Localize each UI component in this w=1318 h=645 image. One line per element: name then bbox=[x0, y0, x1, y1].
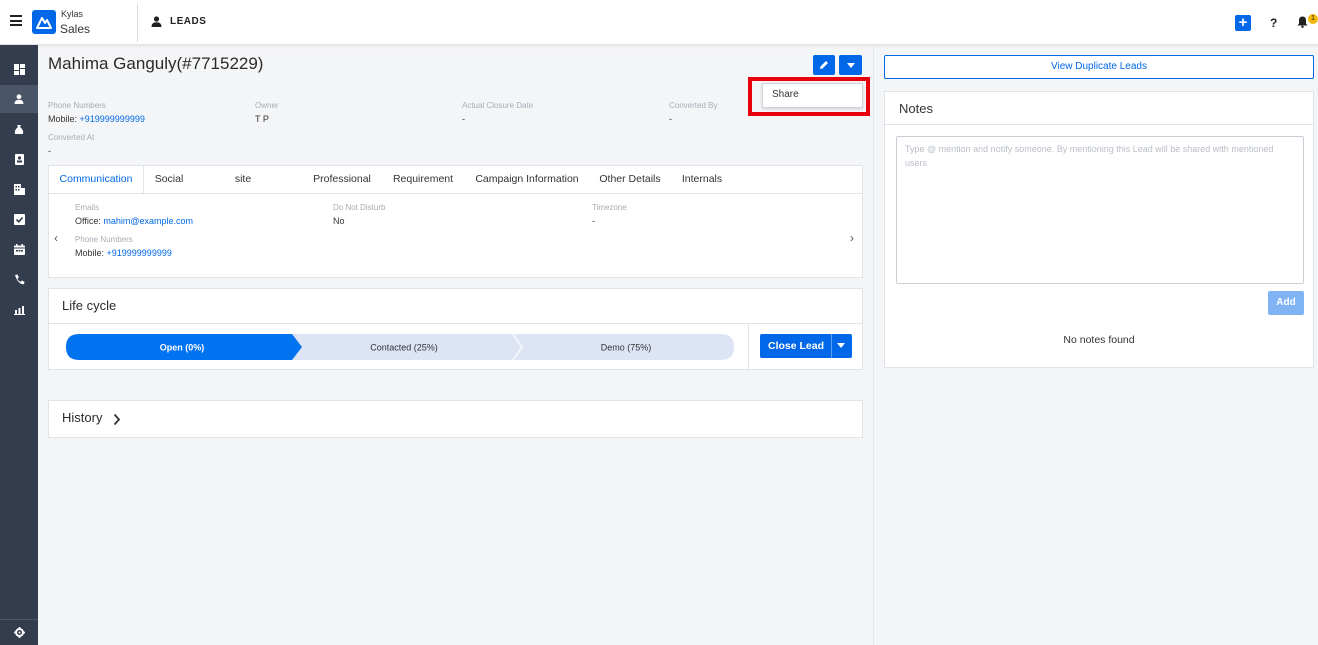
hamburger-menu-icon[interactable] bbox=[10, 15, 22, 26]
tab-requirement[interactable]: Requirement bbox=[389, 166, 457, 194]
kylas-logo-icon bbox=[32, 10, 56, 34]
closure-date-label: Actual Closure Date bbox=[462, 101, 534, 110]
tab-communication[interactable]: Communication bbox=[49, 166, 144, 194]
edit-lead-button[interactable] bbox=[813, 55, 835, 75]
email-link[interactable]: mahim@example.com bbox=[103, 216, 193, 226]
tab-campaign-information[interactable]: Campaign Information bbox=[471, 166, 583, 194]
calendar-icon bbox=[13, 243, 25, 255]
lifecycle-card: Life cycle Open (0%) Contacted (25%) Dem… bbox=[48, 288, 863, 370]
tabs-bar: Communication Social site Professional R… bbox=[49, 166, 862, 194]
contacts-icon bbox=[14, 153, 24, 165]
help-icon[interactable]: ? bbox=[1270, 16, 1277, 30]
email-field: Office: mahim@example.com bbox=[75, 216, 194, 226]
panel-divider bbox=[873, 45, 874, 645]
tab-phone-link[interactable]: +919999999999 bbox=[107, 248, 172, 258]
brand-product: Sales bbox=[60, 22, 91, 36]
caret-down-icon bbox=[846, 62, 855, 68]
lifecycle-stages: Open (0%) Contacted (25%) Demo (75%) bbox=[66, 334, 734, 360]
notification-bell-icon[interactable] bbox=[1297, 16, 1308, 31]
reports-icon bbox=[13, 305, 25, 315]
deals-icon bbox=[14, 124, 24, 134]
details-tabs-card: Communication Social site Professional R… bbox=[48, 165, 863, 278]
view-duplicate-leads-button[interactable]: View Duplicate Leads bbox=[884, 55, 1314, 79]
notes-input[interactable]: Type @ mention and notify someone. By me… bbox=[896, 136, 1304, 284]
leads-icon bbox=[14, 94, 24, 104]
tab-social[interactable]: Social bbox=[144, 166, 194, 194]
converted-by-label: Converted By bbox=[669, 101, 718, 110]
tab-other-details[interactable]: Other Details bbox=[595, 166, 665, 194]
notes-divider bbox=[885, 124, 1313, 125]
sidebar-item-contacts[interactable] bbox=[0, 145, 38, 173]
sidebar-item-deals[interactable] bbox=[0, 115, 38, 143]
companies-icon bbox=[13, 183, 25, 195]
history-card[interactable]: History bbox=[48, 400, 863, 438]
sidebar-item-calls[interactable] bbox=[0, 265, 38, 293]
sidebar-item-settings[interactable] bbox=[0, 619, 38, 645]
top-bar: Kylas Sales LEADS + ? 1 bbox=[0, 0, 1318, 45]
settings-icon bbox=[13, 627, 25, 638]
notes-title: Notes bbox=[899, 101, 933, 116]
phone-field: Mobile: +919999999999 bbox=[48, 114, 145, 124]
sidebar-item-companies[interactable] bbox=[0, 175, 38, 203]
sidebar bbox=[0, 45, 38, 645]
lifecycle-divider bbox=[49, 323, 862, 324]
add-note-button[interactable]: Add bbox=[1268, 291, 1304, 315]
notification-count-badge: 1 bbox=[1308, 14, 1318, 24]
scroll-right-icon[interactable]: › bbox=[850, 231, 854, 245]
pencil-icon bbox=[820, 61, 828, 69]
dashboard-icon bbox=[13, 63, 25, 75]
sidebar-item-calendar[interactable] bbox=[0, 235, 38, 263]
tab-internals[interactable]: Internals bbox=[677, 166, 727, 194]
notes-card: Notes Type @ mention and notify someone.… bbox=[884, 91, 1314, 368]
closure-date-value: - bbox=[462, 114, 465, 124]
stage-contacted-shape bbox=[290, 334, 734, 360]
stage-open-label: Open (0%) bbox=[160, 343, 205, 353]
owner-label: Owner bbox=[255, 101, 279, 110]
lead-title: Mahima Ganguly(#7715229) bbox=[48, 54, 264, 73]
tab-phone-label: Phone Numbers bbox=[75, 235, 133, 244]
phone-link[interactable]: +919999999999 bbox=[80, 114, 145, 124]
history-title: History bbox=[62, 410, 103, 425]
lead-actions-dropdown-button[interactable] bbox=[839, 55, 862, 75]
owner-value: T P bbox=[255, 114, 269, 124]
brand-name: Kylas bbox=[61, 9, 84, 19]
close-lead-button[interactable]: Close Lead bbox=[760, 334, 852, 358]
timezone-value: - bbox=[592, 216, 595, 226]
sidebar-item-dashboard[interactable] bbox=[0, 55, 38, 83]
emails-label: Emails bbox=[75, 203, 100, 212]
scroll-left-icon[interactable]: ‹ bbox=[54, 231, 58, 245]
sidebar-item-tasks[interactable] bbox=[0, 205, 38, 233]
converted-at-label: Converted At bbox=[48, 133, 95, 142]
stage-contacted-label: Contacted (25%) bbox=[370, 343, 438, 353]
calls-icon bbox=[14, 274, 24, 284]
quick-add-button[interactable]: + bbox=[1235, 15, 1251, 31]
user-icon bbox=[151, 16, 162, 30]
no-notes-message: No notes found bbox=[1063, 334, 1135, 346]
chevron-right-icon[interactable] bbox=[113, 413, 121, 426]
share-menu-item[interactable]: Share bbox=[762, 83, 863, 108]
phone-label: Phone Numbers bbox=[48, 101, 106, 110]
tasks-icon bbox=[13, 213, 25, 225]
tab-site[interactable]: site bbox=[224, 166, 262, 194]
converted-at-value: - bbox=[48, 146, 51, 156]
lifecycle-vertical-divider bbox=[748, 324, 749, 370]
tab-professional[interactable]: Professional bbox=[309, 166, 375, 194]
dnd-label: Do Not Disturb bbox=[333, 203, 386, 212]
caret-down-icon bbox=[837, 343, 845, 348]
sidebar-item-leads[interactable] bbox=[0, 85, 38, 113]
converted-by-value: - bbox=[669, 114, 672, 124]
sidebar-item-reports[interactable] bbox=[0, 295, 38, 323]
header-divider bbox=[137, 4, 138, 42]
stage-demo-label: Demo (75%) bbox=[601, 343, 652, 353]
dnd-value: No bbox=[333, 216, 345, 226]
module-title: LEADS bbox=[170, 16, 207, 27]
tab-phone-field: Mobile: +919999999999 bbox=[75, 248, 172, 258]
timezone-label: Timezone bbox=[592, 203, 627, 212]
lifecycle-title: Life cycle bbox=[62, 298, 117, 313]
